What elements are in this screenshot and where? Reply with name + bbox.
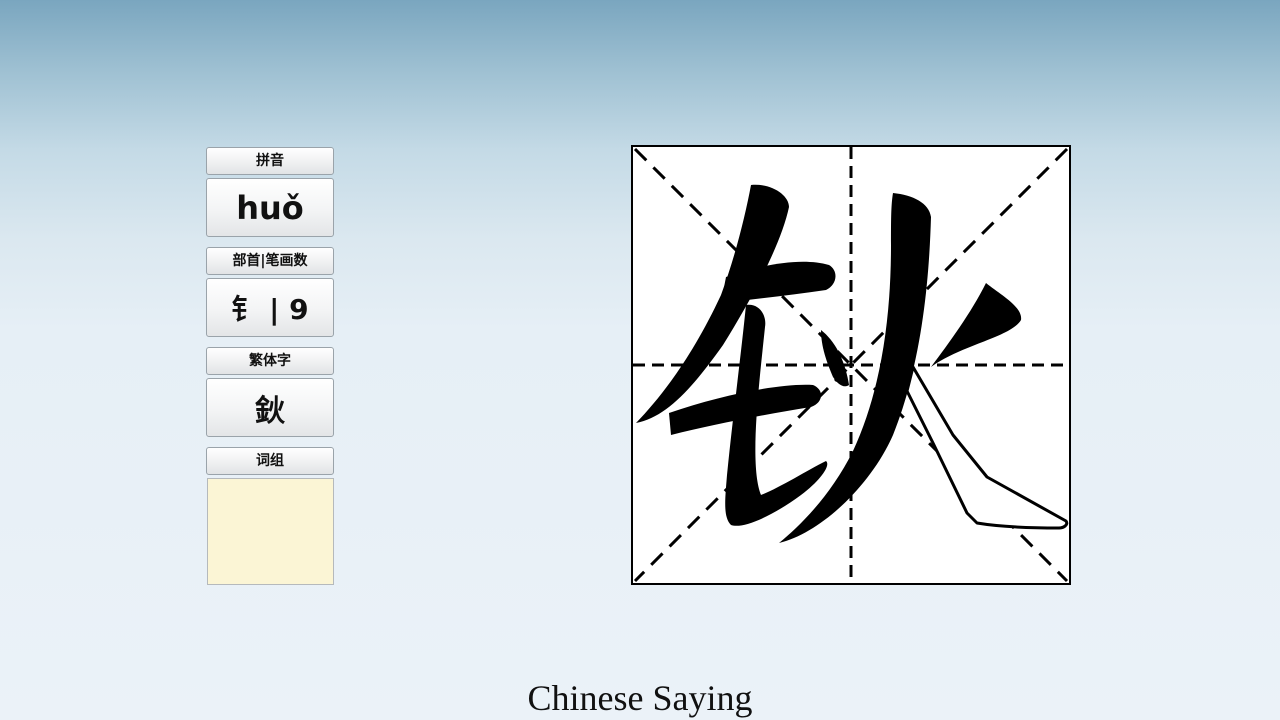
character-grid-svg xyxy=(631,145,1071,585)
pinyin-value: huǒ xyxy=(206,178,334,237)
caption: Chinese Saying xyxy=(527,678,753,718)
pinyin-label[interactable]: 拼音 xyxy=(206,147,334,175)
radical-strokes-label[interactable]: 部首|笔画数 xyxy=(206,247,334,275)
words-label[interactable]: 词组 xyxy=(206,447,334,475)
traditional-value: 鈥 xyxy=(206,378,334,437)
character-grid xyxy=(631,145,1071,585)
words-box xyxy=(207,478,334,585)
radical-strokes-value: 钅 | 9 xyxy=(206,278,334,337)
traditional-label[interactable]: 繁体字 xyxy=(206,347,334,375)
